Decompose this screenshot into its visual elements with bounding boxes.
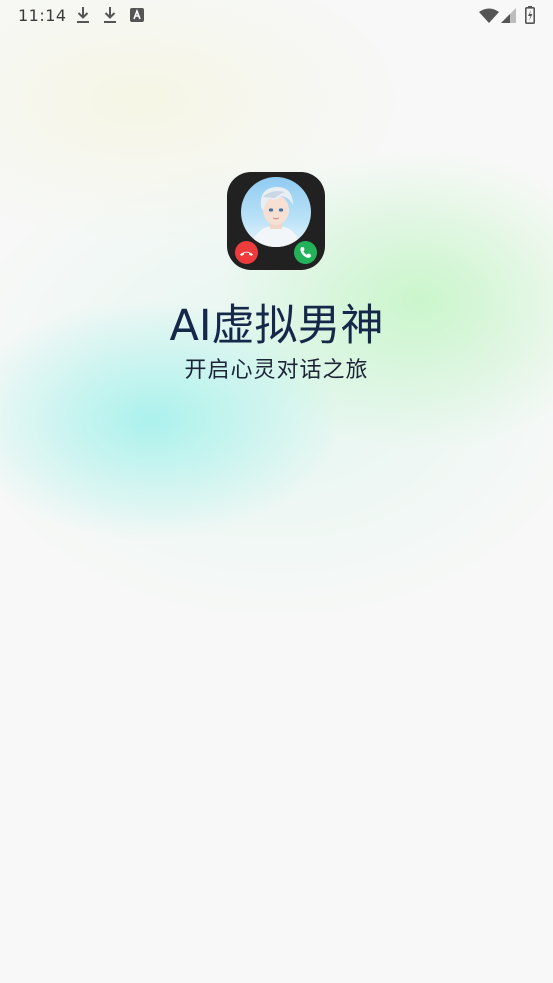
signal-icon xyxy=(501,8,516,23)
download-icon xyxy=(77,7,89,23)
app-title: AI虚拟男神 xyxy=(169,301,384,351)
battery-charging-icon xyxy=(525,6,535,24)
wifi-icon xyxy=(479,8,499,23)
decline-call-icon xyxy=(235,241,258,264)
app-subtitle: 开启心灵对话之旅 xyxy=(184,358,369,383)
text-a-icon xyxy=(130,8,144,22)
avatar xyxy=(241,177,311,247)
avatar-portrait-icon xyxy=(251,186,301,247)
gradient-background xyxy=(0,0,553,983)
accept-call-icon xyxy=(294,241,317,264)
status-time: 11:14 xyxy=(18,6,67,25)
status-bar: 11:14 xyxy=(0,0,553,32)
download-icon xyxy=(104,7,116,23)
app-icon xyxy=(227,172,325,270)
